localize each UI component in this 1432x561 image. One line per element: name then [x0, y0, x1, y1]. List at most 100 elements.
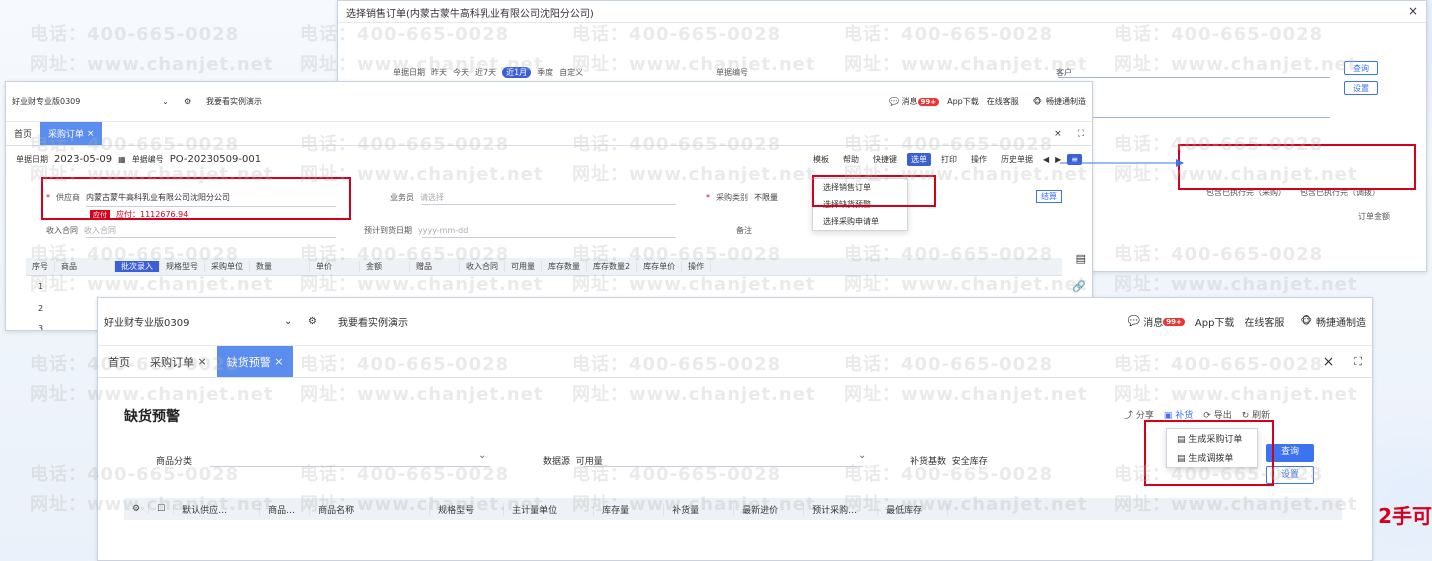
message-label[interactable]: 消息 [1143, 314, 1163, 329]
reset-button[interactable]: 设置 [1344, 81, 1378, 95]
doc-icon[interactable]: ▤ [1076, 252, 1086, 265]
calendar-icon[interactable]: ▦ [118, 155, 126, 164]
date-opt-1m[interactable]: 近1月 [502, 67, 532, 78]
demo-link[interactable]: 我要看实例演示 [338, 314, 408, 329]
purchase-type-field[interactable]: * 采购类别 不限量 [706, 192, 778, 203]
app-download[interactable]: App下载 [1195, 314, 1235, 329]
close-icon[interactable]: × [1046, 122, 1070, 145]
message-badge: 99+ [1163, 317, 1185, 326]
tab-purchase-order[interactable]: 采购订单 × [40, 122, 103, 145]
select-all-checkbox[interactable]: ☐ [149, 504, 175, 514]
user-name[interactable]: 畅捷通制造 [1316, 314, 1366, 329]
chevron-down-icon[interactable]: ⌄ [858, 450, 866, 461]
chevron-down-icon[interactable]: ⌄ [162, 97, 184, 106]
help-button[interactable]: 帮助 [839, 153, 863, 166]
order-amount-header: 订单金额 [1358, 212, 1390, 221]
arrive-field[interactable]: 预计到货日期 yyyy-mm-dd [364, 225, 468, 236]
grid-col-gift: 赠品 [410, 261, 460, 272]
docno-label: 单据编号 [716, 68, 748, 77]
remark-label: 备注 [736, 226, 752, 235]
grid-col-min-stock: 最低库存 [878, 502, 949, 516]
gear-icon[interactable]: ⚙ [184, 97, 206, 106]
date-opt-today[interactable]: 今天 [453, 67, 469, 78]
grid-col-est-purchase: 预计采购… [804, 502, 879, 516]
menu-item-select-purchase-request[interactable]: 选择采购申请单 [813, 213, 907, 230]
user-name[interactable]: 畅捷通制造 [1046, 96, 1086, 107]
dialog-title: 选择销售订单(内蒙古蒙牛高科乳业有限公司沈阳分公司) [346, 9, 594, 20]
grid-col-available: 可用量 [505, 261, 542, 272]
grid-col-prod-name: 商品名称 [310, 502, 431, 516]
online-service[interactable]: 在线客服 [987, 96, 1019, 107]
table-row[interactable]: 2 [38, 304, 43, 313]
source-select[interactable] [583, 466, 863, 467]
message-label[interactable]: 消息 [902, 96, 918, 107]
grid-col-stock-price: 库存单价 [637, 261, 683, 272]
app-download[interactable]: App下载 [947, 96, 979, 107]
template-button[interactable]: 模板 [809, 153, 833, 166]
grid-col-contract: 收入合同 [460, 261, 505, 272]
grid-col-price: 单价 [310, 261, 360, 272]
date-opt-yesterday[interactable]: 昨天 [431, 67, 447, 78]
page-title: 缺货预警 [124, 409, 180, 425]
date-value[interactable]: 2023-05-09 [54, 154, 112, 165]
avatar[interactable]: 🐵 [1033, 97, 1042, 106]
message-icon[interactable]: 💬 [889, 97, 899, 106]
history-button[interactable]: 历史单据 [997, 153, 1037, 166]
message-icon[interactable]: 💬 [1128, 316, 1140, 327]
chevron-down-icon[interactable]: ⌄ [478, 450, 486, 461]
category-select[interactable] [210, 466, 490, 467]
close-icon[interactable]: × [1408, 5, 1418, 18]
grid-col-spec: 规格型号 [430, 502, 505, 516]
shortage-alert-window: 好业财专业版0309 ⌄ ⚙ 我要看实例演示 💬 消息 99+ App下载 在线… [97, 297, 1373, 561]
prev-icon[interactable]: ◀ [1043, 155, 1049, 164]
date-filter: 单据日期 昨天 今天 近7天 近1月 季度 自定义 [393, 67, 583, 78]
arrow-connector [1060, 159, 1184, 167]
tab-home[interactable]: 首页 [6, 122, 40, 145]
contract-field[interactable]: 收入合同 收入合同 [46, 225, 116, 236]
tab-shortage-alert[interactable]: 缺货预警 × [216, 346, 294, 377]
date-opt-custom[interactable]: 自定义 [559, 67, 583, 78]
date-opt-quarter[interactable]: 季度 [537, 67, 553, 78]
grid-col-batch[interactable]: 批次录入 [115, 261, 160, 272]
highlight-box-supplier [41, 177, 351, 220]
select-doc-button[interactable]: 选单 [906, 152, 931, 166]
operate-button[interactable]: 操作 [967, 153, 991, 166]
date-opt-7d[interactable]: 近7天 [475, 67, 496, 78]
avatar[interactable]: 🐵 [1300, 316, 1312, 327]
date-label: 单据日期 [393, 68, 425, 77]
tab-home[interactable]: 首页 [98, 346, 140, 377]
gear-icon[interactable]: ⚙ [124, 504, 150, 514]
category-label: 商品分类 [156, 457, 193, 467]
account-name: 好业财专业版0309 [12, 97, 81, 106]
tab-purchase-order[interactable]: 采购订单 × [140, 346, 217, 377]
fullscreen-icon[interactable]: ⛶ [1070, 122, 1092, 145]
docno-value[interactable]: PO-20230509-001 [170, 154, 261, 165]
grid-col-qty: 数量 [250, 261, 310, 272]
second-input[interactable] [1058, 117, 1330, 118]
shortcut-button[interactable]: 快捷键 [869, 153, 901, 166]
std-field[interactable]: 补货基数 安全库存 [910, 454, 988, 467]
grid-col-ops: 操作 [682, 261, 712, 272]
highlight-box-menu [812, 175, 936, 207]
link-icon[interactable]: 🔗 [1072, 280, 1086, 293]
fullscreen-icon[interactable]: ⛶ [1344, 346, 1372, 377]
grid-col-amount: 金额 [360, 261, 410, 272]
demo-link[interactable]: 我要看实例演示 [206, 96, 262, 107]
close-icon[interactable]: × [1313, 346, 1345, 377]
buyer-field[interactable]: 业务员 请选择 [390, 192, 444, 203]
grid-col-unit: 采购单位 [205, 261, 250, 272]
grid-col-replenish: 补货量 [664, 502, 735, 516]
table-row[interactable]: 3 [38, 324, 43, 330]
purchase-order-window: 好业财专业版0309 ⌄ ⚙ 我要看实例演示 💬 消息 99+ App下载 在线… [5, 81, 1093, 331]
grid-col-product: 商品 [55, 261, 115, 272]
online-service[interactable]: 在线客服 [1244, 314, 1284, 329]
settle-button[interactable]: 结算 [1036, 190, 1062, 203]
shortage-grid-header: ⚙ ☐ 默认供应… 商品… 商品名称 规格型号 主计量单位 库存量 补货量 最新… [124, 498, 1342, 520]
buyer-input-line [422, 204, 676, 205]
print-button[interactable]: 打印 [937, 153, 961, 166]
chevron-down-icon[interactable]: ⌄ [284, 316, 308, 327]
gear-icon[interactable]: ⚙ [308, 316, 338, 327]
customer-input[interactable] [1058, 77, 1330, 78]
table-row[interactable]: 1 [38, 282, 43, 291]
query-button[interactable]: 查询 [1344, 61, 1378, 75]
